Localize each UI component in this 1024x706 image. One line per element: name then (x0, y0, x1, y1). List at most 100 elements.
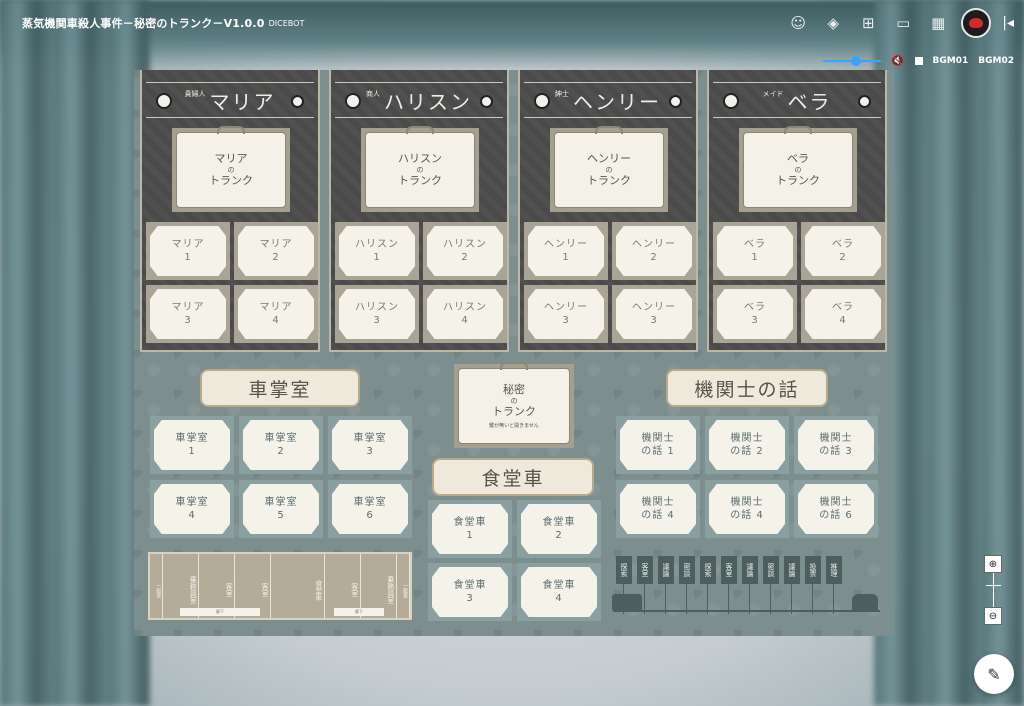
clue-card[interactable]: ベラ 4 (801, 285, 885, 343)
clue-card[interactable]: ヘンリー 1 (524, 222, 608, 280)
card-label: マリア (259, 302, 293, 313)
engineer-card[interactable]: 機関士の話 4 (616, 480, 700, 538)
clue-card[interactable]: マリア 4 (234, 285, 318, 343)
conductor-card[interactable]: 車掌室 5 (239, 480, 323, 538)
face-icon[interactable]: ☺ (786, 11, 810, 35)
card-label: 機関士 (641, 497, 675, 508)
card-label: ヘンリー (544, 302, 588, 313)
portrait-icon (858, 95, 871, 108)
conductor-card[interactable]: 車掌室 3 (328, 416, 412, 474)
clue-card[interactable]: マリア 1 (146, 222, 230, 280)
mute-icon[interactable]: 🔇 (891, 54, 905, 67)
engineer-card[interactable]: 機関士 の話 4 (705, 480, 789, 538)
phase-flag[interactable]: 密談 (679, 556, 695, 614)
card-number: 3 (650, 315, 658, 326)
character-panel-harrison: 商人 ハリスン ハリスン の トランク ハリスン 1 ハリスン 2 ハリスン 3 ハリ… (329, 70, 509, 352)
card-number: の話 4 (641, 510, 675, 521)
character-name: ベラ (787, 89, 832, 114)
trunk-card[interactable]: マリア の トランク (172, 126, 290, 212)
phase-flag[interactable]: 投票 (805, 556, 821, 614)
card-label: 食堂車 (453, 517, 487, 528)
secret-trunk-label: の (510, 396, 518, 405)
phase-flag[interactable]: 探索 (700, 556, 716, 614)
character-panel-bella: メイド ベラ ベラ の トランク ベラ 1 ベラ 2 ベラ 3 ベラ 4 (707, 70, 887, 352)
phase-flag[interactable]: 探索 (616, 556, 632, 614)
stop-icon[interactable] (914, 56, 923, 65)
card-number: の話 6 (819, 510, 853, 521)
card-label: 食堂車 (542, 517, 576, 528)
engineer-card[interactable]: 機関士 の話 1 (616, 416, 700, 474)
bgm2-button[interactable]: BGM02 (978, 56, 1014, 66)
secret-trunk-card[interactable]: 秘密 の トランク 鍵が無いと開きません (454, 362, 574, 448)
conductor-card[interactable]: 車掌室 6 (328, 480, 412, 538)
trunk-card[interactable]: ベラ の トランク (739, 126, 857, 212)
trunk-label: の (227, 165, 235, 174)
phase-flag[interactable]: 議論 (658, 556, 674, 614)
zoom-in-icon[interactable]: ⊕ (984, 555, 1002, 573)
phase-flag[interactable]: 議論 (784, 556, 800, 614)
card-number: 3 (184, 315, 192, 326)
engineer-card[interactable]: 機関士 の話 3 (794, 416, 878, 474)
clue-card[interactable]: ハリスン 3 (335, 285, 419, 343)
card-label: マリア (171, 239, 205, 250)
dining-card[interactable]: 食堂車 1 (428, 500, 512, 558)
engineer-card[interactable]: 機関士 の話 2 (705, 416, 789, 474)
clapper-icon[interactable]: ▦ (926, 11, 950, 35)
zoom-slider[interactable] (985, 573, 1001, 607)
trunk-label: ベラ (787, 151, 809, 165)
clue-card[interactable]: ベラ 2 (801, 222, 885, 280)
phase-flag[interactable]: 客室 (721, 556, 737, 614)
audio-controls: 🔇 BGM01 BGM02 (822, 54, 1014, 67)
room-title[interactable]: 蒸気機関車殺人事件－秘密のトランク－V1.0.0 (22, 15, 265, 31)
dining-card[interactable]: 食堂車 3 (428, 563, 512, 621)
trunk-label: トランク (209, 174, 253, 188)
clue-card[interactable]: ヘンリー 3 (612, 285, 696, 343)
trunk-label: ヘンリー (587, 151, 631, 165)
dining-card[interactable]: 食堂車 4 (517, 563, 601, 621)
volume-knob[interactable] (850, 55, 861, 66)
phase-flag[interactable]: 推理 (826, 556, 842, 614)
card-number: の話 3 (819, 446, 853, 457)
card-number: 4 (188, 510, 196, 521)
secret-trunk-label: 秘密 (503, 382, 525, 396)
phase-flag[interactable]: 密談 (763, 556, 779, 614)
clue-card[interactable]: ハリスン 2 (423, 222, 507, 280)
conductor-card[interactable]: 車掌室 2 (239, 416, 323, 474)
clue-card[interactable]: ヘンリー 3 (524, 285, 608, 343)
screen-icon[interactable]: ▭ (891, 11, 915, 35)
card-number: 4 (839, 315, 847, 326)
edit-pencil-icon[interactable]: ✎ (974, 654, 1014, 694)
card-label: 食堂車 (542, 580, 576, 591)
phase-flags: 探索 客室 議論 密談 探索 客室 議論 密談 議論 投票 推理 (616, 556, 842, 614)
card-label: ハリスン (355, 239, 399, 250)
add-box-icon[interactable]: ⊞ (856, 11, 880, 35)
phase-flag[interactable]: 客室 (637, 556, 653, 614)
volume-slider[interactable] (822, 55, 881, 66)
clue-card[interactable]: マリア 2 (234, 222, 318, 280)
card-number: 1 (751, 252, 759, 263)
dining-card[interactable]: 食堂車 2 (517, 500, 601, 558)
conductor-card[interactable]: 車掌室 1 (150, 416, 234, 474)
engineer-card[interactable]: 機関士 の話 6 (794, 480, 878, 538)
card-number: 2 (277, 446, 285, 457)
bgm1-button[interactable]: BGM01 (933, 56, 969, 66)
trunk-card[interactable]: ヘンリー の トランク (550, 126, 668, 212)
zoom-out-icon[interactable]: ⊖ (984, 607, 1002, 625)
clue-card[interactable]: ベラ 3 (713, 285, 797, 343)
clue-card[interactable]: ヘンリー 2 (612, 222, 696, 280)
card-number: 3 (373, 315, 381, 326)
avatar[interactable] (961, 8, 992, 38)
clue-card[interactable]: ハリスン 1 (335, 222, 419, 280)
secret-trunk-label: トランク (492, 405, 536, 419)
card-number: 3 (466, 593, 474, 604)
phase-flag[interactable]: 議論 (742, 556, 758, 614)
trunk-card[interactable]: ハリスン の トランク (361, 126, 479, 212)
card-number: 2 (461, 252, 469, 263)
clue-card[interactable]: マリア 3 (146, 285, 230, 343)
conductor-card[interactable]: 車掌室 4 (150, 480, 234, 538)
clue-card[interactable]: ハリスン 4 (423, 285, 507, 343)
collapse-icon[interactable]: |◂ (1002, 15, 1014, 31)
character-role: 紳士 (555, 90, 569, 98)
layers-icon[interactable]: ◈ (821, 11, 845, 35)
clue-card[interactable]: ベラ 1 (713, 222, 797, 280)
